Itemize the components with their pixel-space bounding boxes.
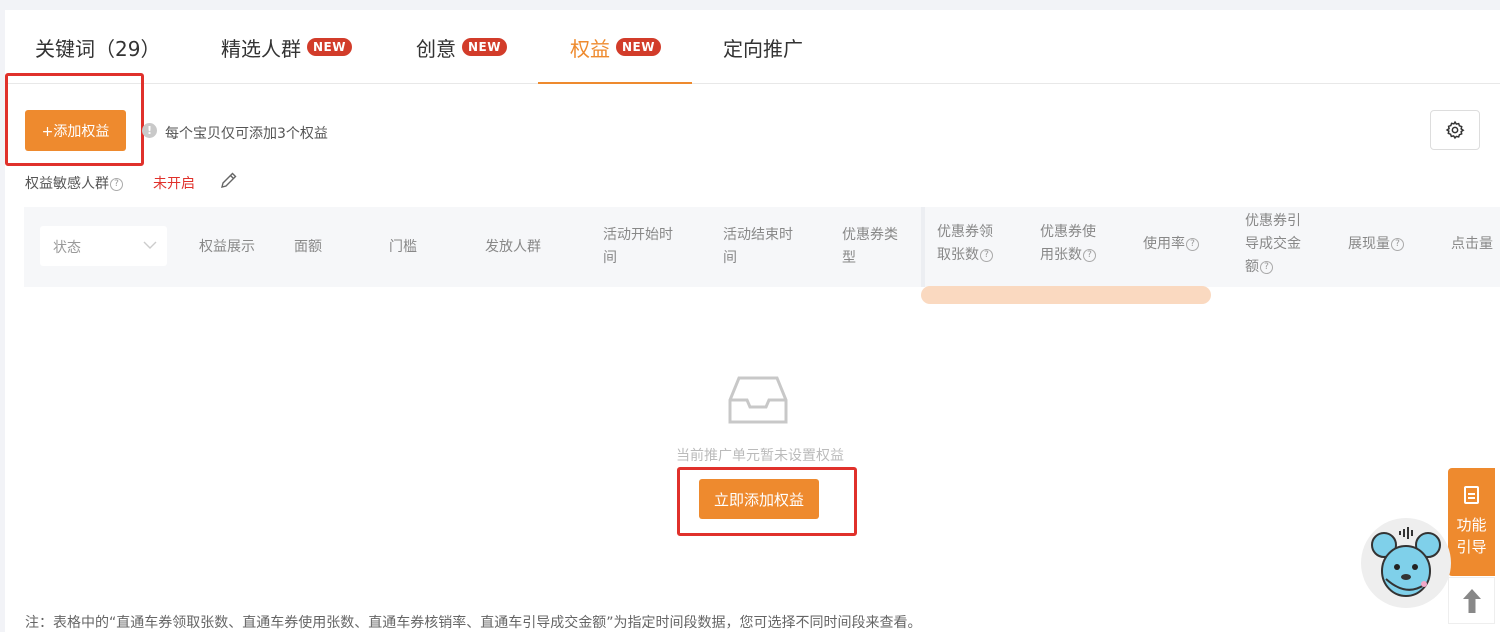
tab-targeting[interactable]: 定向推广 (723, 10, 803, 84)
tab-creative-label: 创意 (416, 36, 456, 61)
new-badge: NEW (462, 38, 507, 56)
col-face-value: 面额 (294, 239, 322, 255)
tab-benefits-label: 权益 (570, 36, 610, 61)
col-coupon-used-line2: 用张数? (1040, 244, 1096, 267)
help-icon[interactable]: ? (1391, 237, 1404, 251)
help-icon[interactable]: ? (1083, 248, 1096, 262)
chevron-down-icon (143, 241, 157, 249)
col-coupon-type-line1: 优惠券类 (842, 227, 898, 243)
col-coupon-used-line1: 优惠券使 (1040, 224, 1096, 240)
pencil-edit-icon[interactable] (219, 170, 239, 190)
tab-bar: 关键词（29） 精选人群 NEW 创意 NEW 权益 NEW 定向推广 (5, 10, 1500, 84)
footnote: 注：表格中的“直通车券领取张数、直通车券使用张数、直通车券核销率、直通车引导成交… (25, 615, 922, 631)
col-coupon-gmv-line2: 导成交金 (1245, 236, 1301, 252)
col-impressions-text: 展现量 (1348, 236, 1390, 252)
arrow-up-icon (1462, 588, 1481, 613)
back-to-top-button[interactable] (1448, 577, 1495, 624)
col-end-time: 活动结束时 间 (723, 224, 793, 270)
col-coupon-used: 优惠券使 用张数? (1040, 221, 1096, 267)
add-benefit-now-button[interactable]: 立即添加权益 (699, 479, 819, 519)
feature-guide-button[interactable]: 功能 引导 (1448, 468, 1495, 576)
sensitive-status: 未开启 (153, 176, 195, 192)
mouse-mascot-icon[interactable] (1360, 517, 1452, 609)
tab-targeting-label: 定向推广 (723, 36, 803, 61)
tab-benefits[interactable]: 权益 NEW (570, 10, 661, 84)
status-filter-select[interactable]: 状态 (40, 226, 167, 266)
col-start-time-line1: 活动开始时 (603, 227, 673, 243)
new-badge: NEW (307, 38, 352, 56)
status-filter-placeholder: 状态 (53, 240, 81, 256)
table-header: 状态 权益展示 面额 门槛 发放人群 活动开始时 间 活动结束时 间 优惠券类 … (24, 207, 1500, 287)
col-end-time-line1: 活动结束时 (723, 227, 793, 243)
new-badge: NEW (616, 38, 661, 56)
col-coupon-claimed: 优惠券领 取张数? (937, 221, 993, 267)
col-coupon-type: 优惠券类 型 (842, 224, 898, 270)
help-icon[interactable]: ? (1260, 260, 1273, 274)
col-usage-rate: 使用率? (1143, 233, 1199, 256)
col-coupon-claimed-line2: 取张数? (937, 244, 993, 267)
col-coupon-gmv-line1: 优惠券引 (1245, 213, 1301, 229)
col-usage-rate-text: 使用率 (1143, 236, 1185, 252)
tab-keywords[interactable]: 关键词（29） (35, 10, 160, 84)
help-icon[interactable]: ? (1186, 237, 1199, 251)
sensitive-audience-label: 权益敏感人群? (25, 173, 123, 193)
col-benefit-display: 权益展示 (199, 239, 255, 255)
gear-icon (1445, 120, 1465, 140)
col-impressions: 展现量? (1348, 233, 1404, 256)
col-coupon-gmv-line3: 额? (1245, 256, 1301, 279)
info-icon: ! (142, 123, 157, 138)
col-start-time-line2: 间 (603, 250, 617, 266)
tab-creative[interactable]: 创意 NEW (416, 10, 507, 84)
tab-audience-label: 精选人群 (221, 36, 301, 61)
col-coupon-claimed-line1: 优惠券领 (937, 224, 993, 240)
notebook-icon (1464, 486, 1479, 504)
tab-keywords-label: 关键词（29） (35, 36, 161, 61)
help-icon[interactable]: ? (110, 177, 123, 191)
col-end-time-line2: 间 (723, 250, 737, 266)
feature-guide-line2: 引导 (1456, 538, 1487, 556)
help-icon[interactable]: ? (980, 248, 993, 262)
main-panel: 关键词（29） 精选人群 NEW 创意 NEW 权益 NEW 定向推广 +添加权… (5, 10, 1500, 632)
benefit-limit-hint: 每个宝贝仅可添加3个权益 (165, 126, 328, 142)
horizontal-scrollbar[interactable] (921, 286, 1211, 304)
col-threshold: 门槛 (389, 239, 417, 255)
empty-message: 当前推广单元暂未设置权益 (676, 448, 844, 464)
empty-inbox-icon (728, 376, 788, 424)
col-coupon-used-line2-text: 用张数 (1040, 247, 1082, 263)
col-clicks: 点击量 (1451, 236, 1493, 252)
col-coupon-type-line2: 型 (842, 250, 856, 266)
col-audience: 发放人群 (485, 239, 541, 255)
col-start-time: 活动开始时 间 (603, 224, 673, 270)
feature-guide-line1: 功能 (1456, 516, 1487, 534)
active-tab-indicator (538, 82, 692, 84)
col-coupon-gmv: 优惠券引 导成交金 额? (1245, 210, 1301, 279)
col-coupon-claimed-line2-text: 取张数 (937, 247, 979, 263)
fixed-column-divider (921, 207, 925, 287)
add-benefit-button[interactable]: +添加权益 (25, 110, 126, 151)
tab-audience[interactable]: 精选人群 NEW (221, 10, 352, 84)
feature-guide-label: 功能 引导 (1448, 514, 1495, 558)
col-coupon-gmv-line3-text: 额 (1245, 259, 1259, 275)
sensitive-audience-text: 权益敏感人群 (25, 176, 109, 192)
settings-button[interactable] (1430, 110, 1480, 150)
